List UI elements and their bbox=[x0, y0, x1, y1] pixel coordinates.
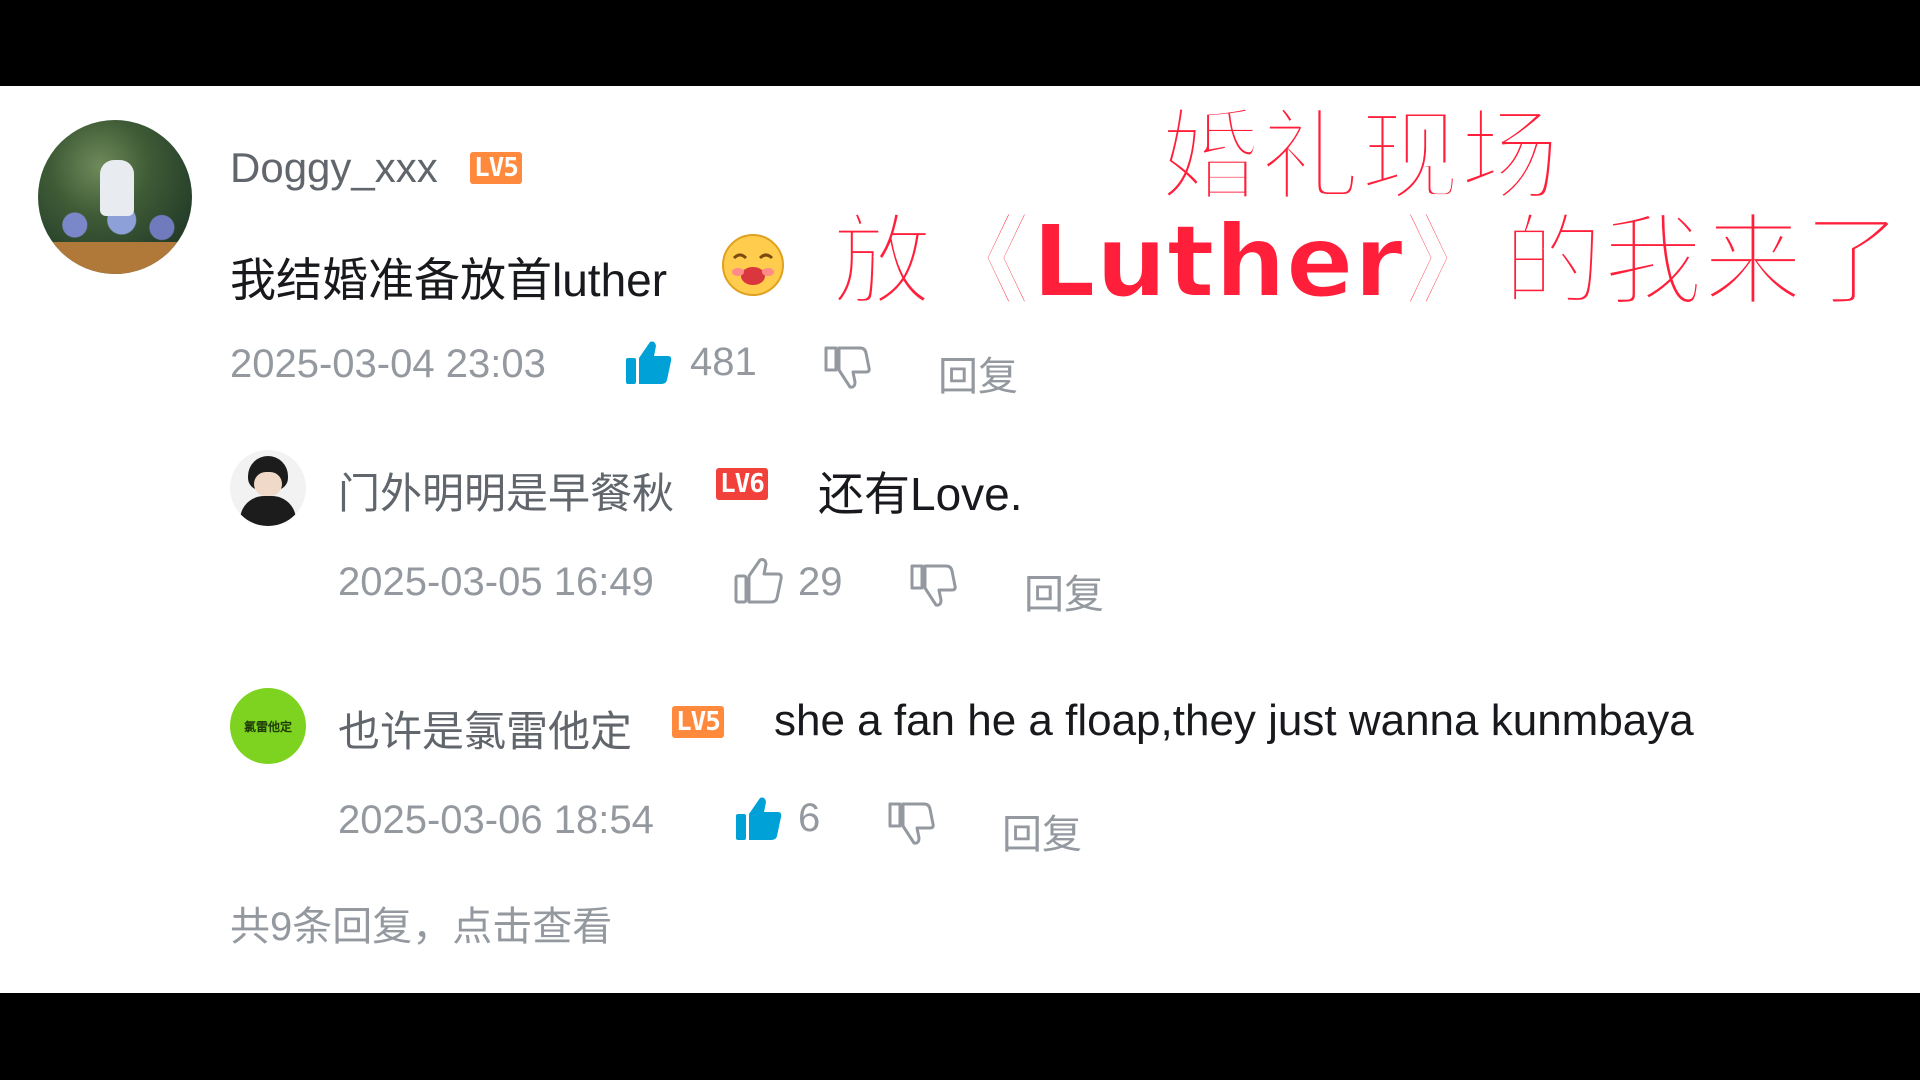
comment-username[interactable]: Doggy_xxx bbox=[230, 144, 438, 192]
thumbs-up-icon[interactable] bbox=[734, 556, 784, 604]
comment-time: 2025-03-04 23:03 bbox=[230, 342, 546, 386]
level-badge-text: LV5 bbox=[672, 706, 724, 738]
reply-time: 2025-03-05 16:49 bbox=[338, 560, 654, 604]
avatar-ground bbox=[38, 242, 192, 274]
avatar-person bbox=[100, 160, 134, 216]
reply-text: 还有Love. bbox=[818, 468, 1023, 520]
reply-button[interactable]: 回复 bbox=[938, 344, 1018, 402]
avatar[interactable] bbox=[38, 120, 192, 274]
level-badge-text: LV6 bbox=[716, 468, 768, 500]
level-badge: LV6 bbox=[716, 468, 768, 500]
thumbs-down-icon[interactable] bbox=[886, 800, 936, 846]
caption-line-2: 放《Luther》的我来了 bbox=[831, 202, 1904, 321]
level-badge: LV5 bbox=[672, 706, 724, 738]
thumbs-up-icon[interactable] bbox=[624, 338, 674, 386]
thumbs-down-icon[interactable] bbox=[822, 344, 872, 390]
like-count: 29 bbox=[798, 560, 843, 604]
reply-button[interactable]: 回复 bbox=[1024, 562, 1104, 620]
sweat-laugh-emoji-icon bbox=[722, 234, 784, 296]
like-count: 481 bbox=[690, 340, 757, 384]
thumbs-down-icon[interactable] bbox=[908, 562, 958, 608]
reply-avatar[interactable] bbox=[230, 450, 306, 526]
reply-text: she a fan he a floap,they just wanna kun… bbox=[774, 696, 1694, 745]
level-badge-text: LV5 bbox=[470, 152, 522, 184]
level-badge: LV5 bbox=[470, 152, 522, 184]
comment-text: 我结婚准备放首luther bbox=[230, 254, 668, 306]
reply-username[interactable]: 也许是氯雷他定 bbox=[338, 698, 632, 759]
like-count: 6 bbox=[798, 796, 821, 840]
view-more-replies-link[interactable]: 共9条回复，点击查看 bbox=[230, 894, 612, 952]
reply-time: 2025-03-06 18:54 bbox=[338, 798, 654, 842]
reply-avatar-text: 氯雷他定 bbox=[243, 719, 292, 734]
reply-avatar[interactable]: 氯雷他定 bbox=[230, 688, 306, 764]
reply-button[interactable]: 回复 bbox=[1002, 802, 1082, 860]
caption-line-1: 婚礼现场 bbox=[1159, 98, 1561, 215]
comment-panel: Doggy_xxx LV5 我结婚准备放首luther 2025-03-04 2… bbox=[0, 86, 1920, 993]
thumbs-up-icon[interactable] bbox=[734, 794, 784, 842]
reply-username[interactable]: 门外明明是早餐秋 bbox=[338, 460, 674, 521]
